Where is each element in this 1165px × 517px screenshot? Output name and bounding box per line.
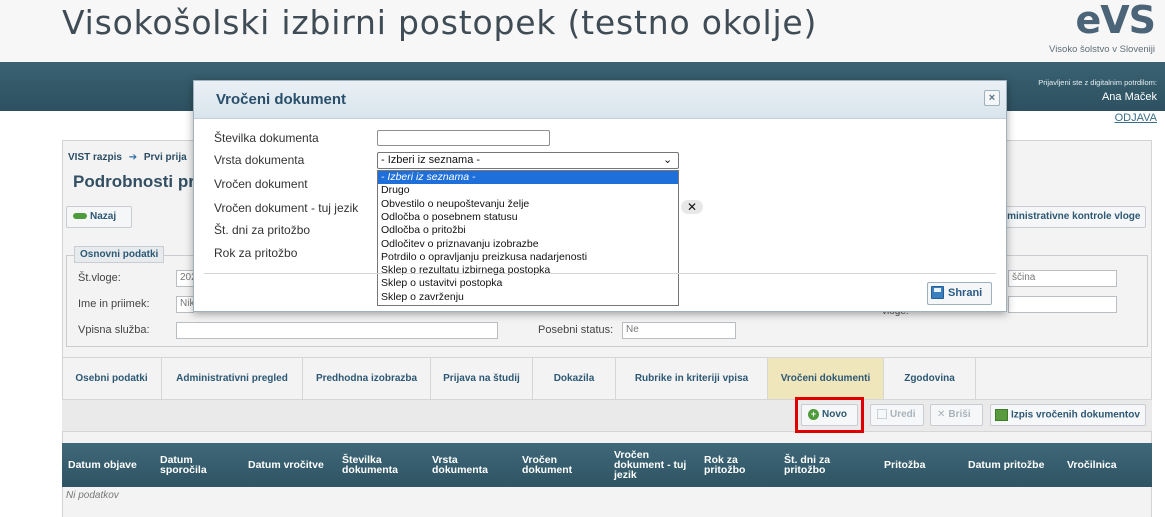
dropdown-option[interactable]: Odločitev o priznavanju izobrazbe [378,238,678,251]
pencil-icon [877,409,887,420]
name-field[interactable]: Nik [176,296,194,313]
arrow-right-icon: ➔ [128,152,138,163]
special-status-label: Posebni status: [538,324,614,336]
tab-admin-review[interactable]: Administrativni pregled [162,358,303,399]
dropdown-option[interactable]: - Izberi iz seznama - [378,171,678,185]
admin-checks-button[interactable]: dministrativne kontrole vloge [996,206,1146,228]
clear-file-icon[interactable]: ✕ [681,200,703,214]
enrollment-service-field[interactable] [176,322,498,339]
tab-served-documents[interactable]: Vročeni dokumenti [768,358,884,399]
dropdown-option[interactable]: Sklep o ustavitvi postopka [378,277,678,290]
appeal-deadline-label: Rok za pritožbo [214,246,298,260]
logout-link[interactable]: ODJAVA [1115,112,1157,124]
dropdown-option[interactable]: Drugo [378,184,678,197]
print-served-docs-label: Izpis vročenih dokumentov [1011,409,1140,421]
language-field[interactable]: ščina [1008,270,1117,287]
dropdown-option[interactable]: Sklep o rezultatu izbirnega postopka [378,264,678,277]
tab-personal-data[interactable]: Osebni podatki [62,358,162,399]
tab-previous-education[interactable]: Predhodna izobrazba [303,358,431,399]
floppy-disk-icon [931,286,944,299]
col-appeal-deadline[interactable]: Rok za pritožbo [704,443,772,487]
application-date-field[interactable] [1008,296,1117,313]
doc-number-input[interactable] [377,130,550,146]
breadcrumb: VIST razpis ➔ Prvi prija [68,152,187,163]
tab-enrollment-criteria[interactable]: Rubrike in kriteriji vpisa [616,358,768,399]
tab-evidence[interactable]: Dokazila [533,358,616,399]
col-document-number[interactable]: Številka dokumenta [342,443,422,487]
doc-type-label: Vrsta dokumenta [214,153,305,167]
back-arrow-icon [73,213,87,220]
dropdown-option[interactable]: Sklep o zavrženju [378,291,678,304]
application-no-label: Št.vloge: [78,272,121,284]
application-no-field[interactable]: 202 [176,270,194,287]
served-doc-foreign-label: Vročen dokument - tuj jezik [214,201,359,215]
dropdown-option[interactable]: Odločba o pritožbi [378,224,678,237]
dropdown-option[interactable]: Potrdilo o opravljanju preizkusa nadarje… [378,251,678,264]
delete-button[interactable]: ✕ Briši [930,404,983,426]
evs-logo: eVS [1075,0,1156,42]
modal-title: Vročeni dokument [216,91,347,108]
tab-study-application[interactable]: Prijava na študij [431,358,533,399]
documents-toolbar [62,400,1152,432]
col-delivery-date[interactable]: Datum vročitve [248,443,333,487]
dropdown-option[interactable]: Odločba o posebnem statusu [378,211,678,224]
special-status-field[interactable]: Ne [622,322,736,339]
name-label: Ime in priimek: [78,298,150,310]
edit-button[interactable]: Uredi [870,404,924,426]
enrollment-service-label: Vpisna služba: [78,324,150,336]
logo-subtitle: Visoko šolstvo v Sloveniji [1049,44,1155,55]
new-button-highlight [795,397,864,433]
chevron-down-icon[interactable]: ⌄ [663,153,672,166]
col-appeal[interactable]: Pritožba [884,443,954,487]
delete-x-icon: ✕ [937,409,946,420]
breadcrumb-item-application[interactable]: Prvi prija [144,152,187,163]
col-appeal-date[interactable]: Datum pritožbe [968,443,1052,487]
report-icon [995,409,1008,421]
user-name: Ana Maček [1101,91,1157,103]
login-info: Prijavljeni ste z digitalnim potrdilom: [1038,78,1157,87]
delete-button-label: Briši [948,409,971,420]
print-served-docs-button[interactable]: Izpis vročenih dokumentov [990,404,1146,426]
col-document-type[interactable]: Vrsta dokumenta [432,443,512,487]
tab-history[interactable]: Zgodovina [884,358,976,399]
basic-data-legend: Osnovni podatki [74,246,165,263]
doc-number-label: Številka dokumenta [214,131,319,145]
col-days-for-appeal[interactable]: Št. dni za pritožbo [784,443,864,487]
doc-type-select[interactable]: - Izberi iz seznama - [377,152,679,169]
edit-button-label: Uredi [890,409,916,420]
served-doc-label: Vročen dokument [214,177,308,191]
days-appeal-label: Št. dni za pritožbo [214,223,311,237]
breadcrumb-item-vist[interactable]: VIST razpis [68,152,122,163]
col-publish-date[interactable]: Datum objave [68,443,150,487]
back-button[interactable]: Nazaj [66,206,132,228]
col-served-document[interactable]: Vročen dokument [522,443,602,487]
app-title: Visokošolski izbirni postopek (testno ok… [62,3,818,42]
col-message-date[interactable]: Datum sporočila [160,443,235,487]
col-served-document-foreign[interactable]: Vročen dokument - tuj jezik [614,443,698,487]
no-data-text: Ni podatkov [66,490,119,501]
close-icon[interactable]: × [984,90,1000,106]
dropdown-option[interactable]: Obvestilo o neupoštevanju želje [378,198,678,211]
back-button-label: Nazaj [90,211,117,222]
modal-divider [204,273,996,274]
page-title: Podrobnosti prij [73,172,205,191]
col-delivery-note[interactable]: Vročilnica [1067,443,1137,487]
